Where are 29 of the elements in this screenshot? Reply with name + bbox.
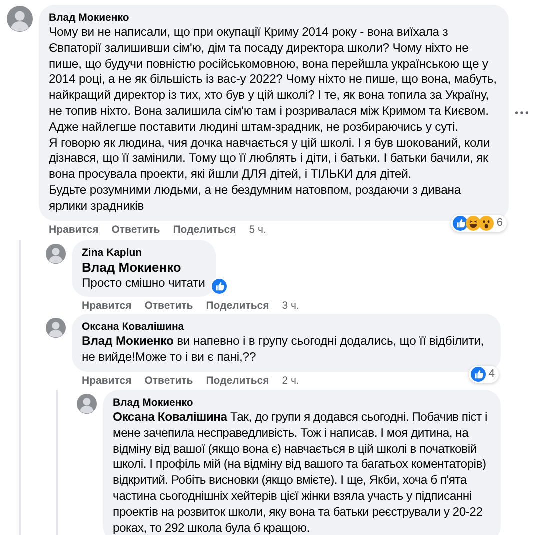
comment-text: Будьте розумними людьми, а не бездумним натовпом, роздаючи з дивана ярлики зрадників: [49, 182, 462, 215]
mention-link[interactable]: Влад Мокиенко: [82, 260, 206, 276]
timestamp-link[interactable]: 3 ч.: [282, 299, 300, 314]
action-link[interactable]: Нравится: [49, 222, 99, 238]
comment-text: Просто смішно читати: [82, 276, 206, 292]
action-link[interactable]: Ответить: [144, 299, 194, 314]
action-link[interactable]: Поделиться: [206, 374, 270, 389]
reaction-count: 4: [488, 368, 495, 380]
author-link[interactable]: Влад Мокиенко: [113, 396, 490, 410]
timestamp-link[interactable]: 5 ч.: [249, 222, 266, 238]
action-link[interactable]: Поделиться: [206, 299, 270, 314]
action-link[interactable]: Ответить: [112, 222, 160, 238]
comment-text: Чому ви не написали, що при окупації Криму 2014 року - вона виїхала з Євпаторії залишивши сім'ю, дім та посаду директора школи? Чому ніхто не пише, що будучи повністю російськомовною, вона перейшла українською ще у 2014 році, а не як більшість із вас-у 2022? Чому ніхто не пише, що вона, мабуть, найкращий директор із тих, хто був у цій школі? І те, як вона топила за Україну, не топив ніхто. Вона залишила сім'ю там і розривалася між Кримом та Києвом. Адже найлегше поставити людині штам-зрадник, не розбираючись у суті.: [49, 25, 498, 136]
action-link[interactable]: Ответить: [144, 374, 194, 389]
reaction-summary[interactable]: 4: [468, 366, 499, 383]
author-link[interactable]: Влад Мокиенко: [49, 11, 498, 25]
mention-link[interactable]: Оксана Ковалішина: [113, 410, 228, 424]
timestamp-link[interactable]: 2 ч.: [282, 374, 300, 389]
author-link[interactable]: Оксана Ковалішина: [82, 320, 490, 334]
action-link[interactable]: Поделиться: [173, 222, 236, 238]
comment-text: Я говорю як людина, чия дочка навчається у цій школі. І я був шокований, коли дізнався, що її замінили. Тому що її люблять і діти, і батьки. І батьки бачили, як вона просувала проекти, які йшли ДЛЯ дітей, і ТІЛЬКИ для дітей.: [49, 136, 492, 183]
comment-text: Оксана Ковалішина Так, до групи я додався сьогодні. Побачив піст і мене зачепила несправедливість. Тож і написав. І моя дитина, на відміну від вашої (якщо вона є) навчається в цій школі в початковій школі. І профіль мій (на відміну від вашого та багатьох коментаторів) відкритий. Робіть висновки (якщо вмієте). І ще, Якби, хоча б п'ята частина сьогоднішніх хейтерів цієї жінки взяла участь у підписанні проектів на розвиток школи, яку вона та батьки реєстрували у 20-22 роках, то 292 школа була б кращою.: [113, 410, 488, 535]
mention-link[interactable]: Влад Мокиенко: [82, 334, 174, 348]
reaction-summary[interactable]: 6: [450, 214, 507, 232]
action-link[interactable]: Нравится: [82, 374, 132, 389]
author-link[interactable]: Zina Kaplun: [82, 246, 206, 260]
reaction-count: 6: [496, 217, 503, 230]
comment-text: Влад Мокиенко ви напевно і в групу сьогодні додались, що її відбілити, не вийде!Може то і ви є пані,??: [82, 334, 486, 366]
action-link[interactable]: Нравится: [82, 299, 132, 314]
